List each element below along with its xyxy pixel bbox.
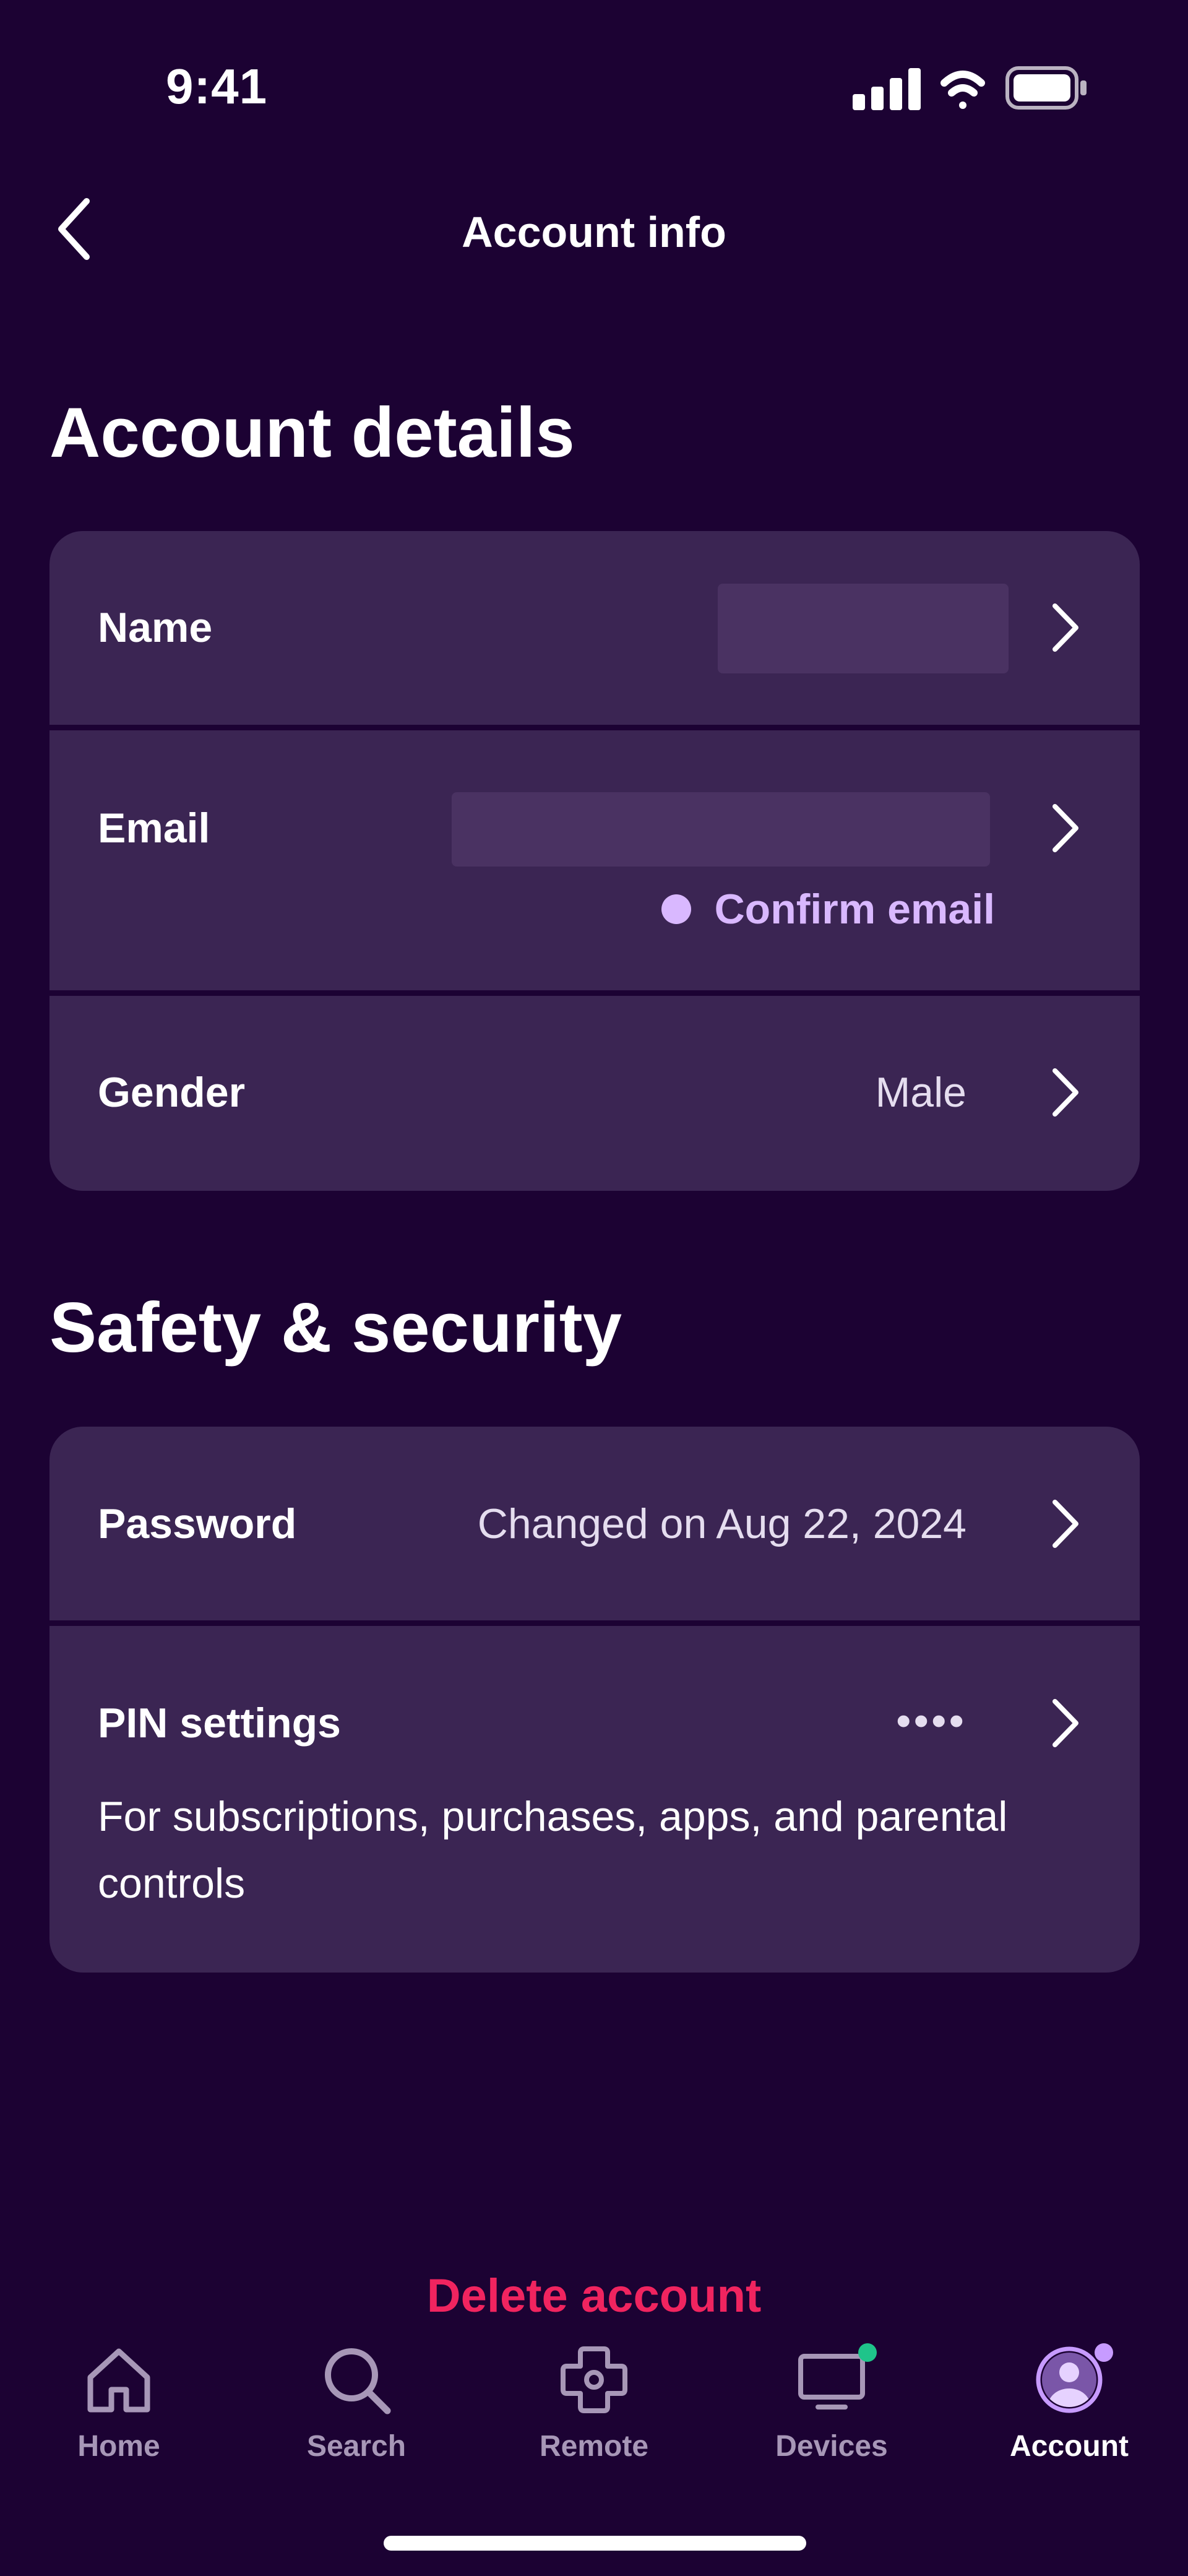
delete-account-button[interactable]: Delete account [346,2259,842,2333]
chevron-left-icon [58,198,90,260]
gender-value: Male [875,1069,966,1116]
divider [50,990,1140,996]
chevron-right-icon [1041,600,1090,655]
back-button[interactable] [37,189,111,269]
tab-devices[interactable]: Devices [713,2340,950,2488]
password-changed-date: Changed on Aug 22, 2024 [477,1500,966,1547]
name-label: Name [98,604,213,651]
divider [50,1620,1140,1626]
tab-remote[interactable]: Remote [475,2340,713,2488]
tab-home[interactable]: Home [0,2340,238,2488]
account-details-card: Name Email Confirm email Gender Male [50,531,1140,1191]
divider [50,725,1140,730]
home-indicator [384,2536,806,2551]
email-label: Email [98,805,210,852]
confirm-email-label: Confirm email [714,886,995,933]
account-icon [1029,2340,1113,2420]
safety-security-card: Password Changed on Aug 22, 2024 PIN set… [50,1427,1140,1973]
email-value-redacted [452,792,990,867]
name-value-redacted [718,584,1009,673]
section-title-safety-security: Safety & security [50,1289,622,1367]
password-label: Password [98,1500,297,1547]
tab-account[interactable]: Account [950,2340,1188,2488]
page-title: Account info [462,208,726,256]
unconfirmed-dot-icon [661,894,691,924]
email-row[interactable]: Email Confirm email [50,730,1140,990]
devices-badge [858,2343,877,2362]
chevron-right-icon [1041,1695,1090,1751]
account-badge [1095,2343,1113,2362]
home-icon [79,2340,159,2420]
chevron-right-icon [1041,800,1090,856]
tab-home-label: Home [77,2430,160,2463]
wifi-icon [940,71,985,109]
pin-masked-value: •••• [895,1696,966,1745]
confirm-email-link[interactable]: Confirm email [661,881,995,937]
tab-search-label: Search [306,2430,407,2463]
tab-devices-label: Devices [775,2430,888,2463]
password-row[interactable]: Password Changed on Aug 22, 2024 [50,1427,1140,1620]
tab-remote-label: Remote [539,2430,649,2463]
pin-settings-description: For subscriptions, purchases, apps, and … [98,1793,1008,1907]
tv-icon [791,2340,877,2420]
gender-label: Gender [98,1069,246,1116]
gender-row[interactable]: Gender Male [50,996,1140,1191]
signal-icon [853,68,921,110]
status-icons [848,62,1095,118]
status-time: 9:41 [165,59,268,114]
tab-account-label: Account [1010,2430,1129,2463]
section-title-account-details: Account details [50,394,575,472]
battery-icon [1005,66,1087,110]
tab-search[interactable]: Search [238,2340,475,2488]
pin-settings-label: PIN settings [98,1700,341,1747]
pin-settings-row[interactable]: PIN settings •••• For subscriptions, pur… [50,1626,1140,1973]
chevron-right-icon [1041,1065,1090,1120]
chevron-right-icon [1041,1496,1090,1552]
name-row[interactable]: Name [50,531,1140,725]
remote-icon [554,2340,634,2420]
search-icon [316,2340,397,2420]
